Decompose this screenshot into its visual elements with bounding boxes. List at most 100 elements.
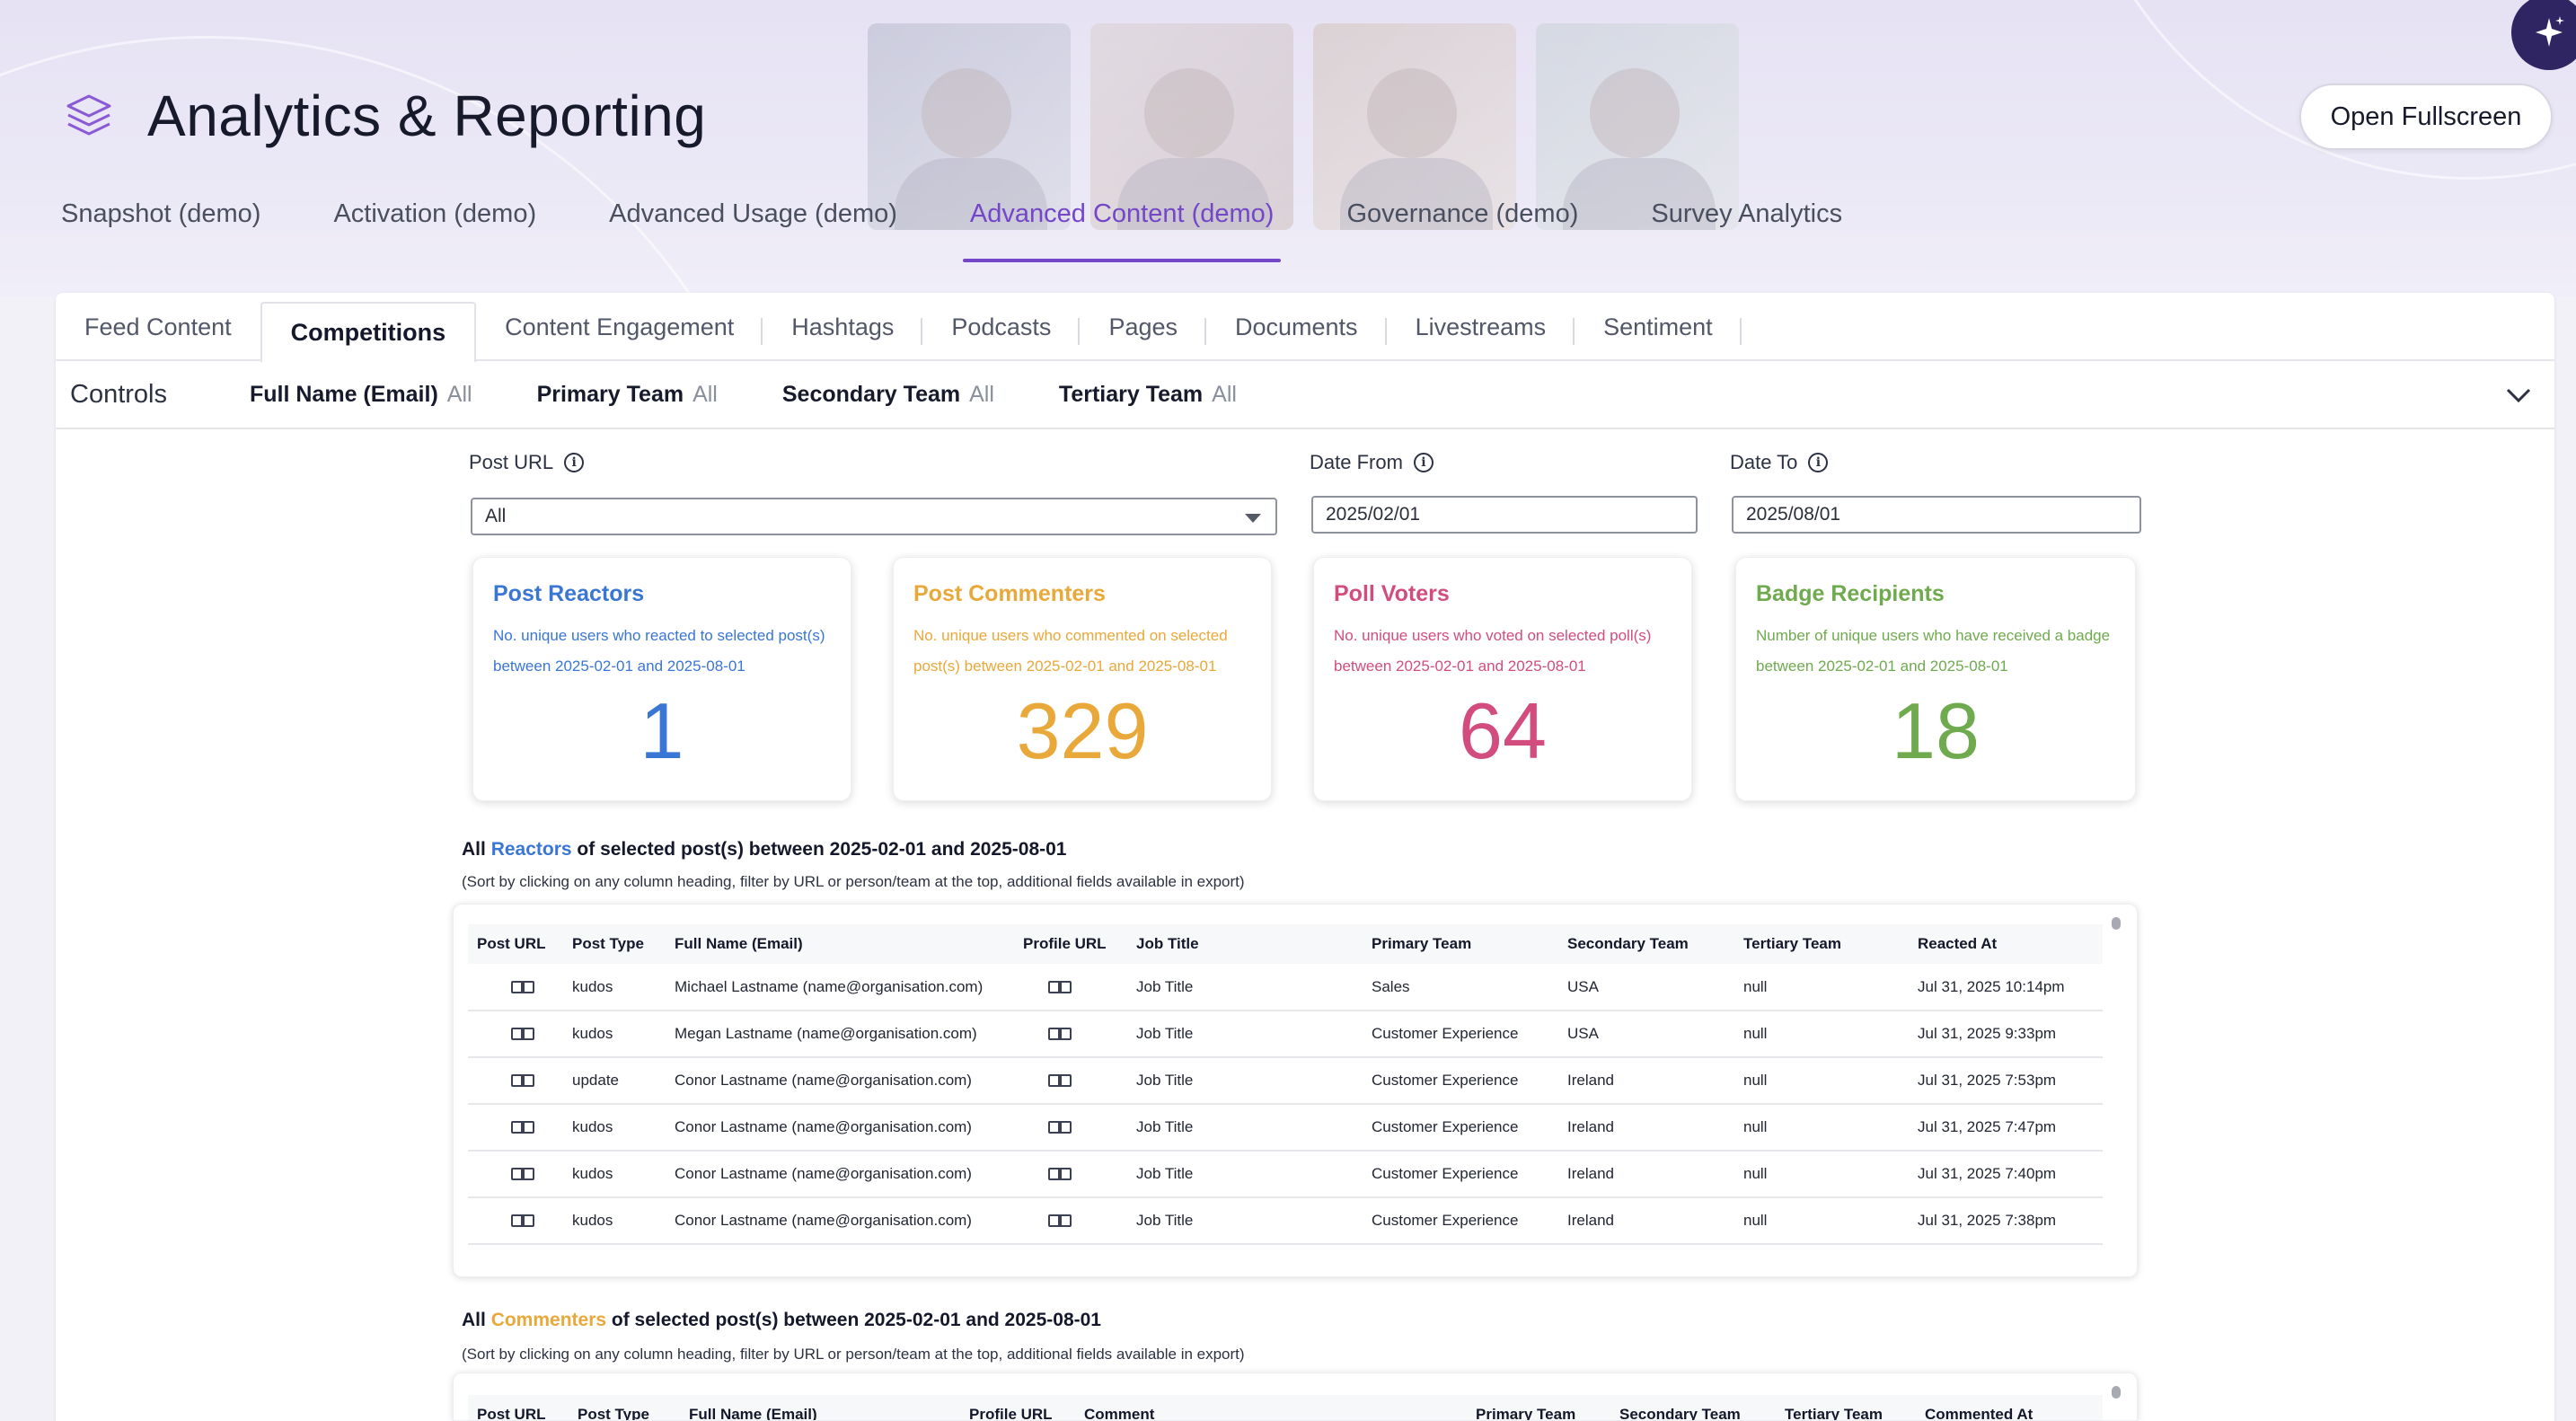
secondary-team-cell: USA (1558, 1011, 1734, 1058)
column-header[interactable]: Post Type (569, 1395, 680, 1420)
column-header[interactable]: Post URL (468, 1395, 569, 1420)
link-icon[interactable] (511, 1121, 534, 1134)
tab-survey-analytics[interactable]: Survey Analytics (1651, 196, 1842, 262)
post-url-label-text: Post URL (469, 451, 554, 473)
link-icon[interactable] (511, 1074, 534, 1087)
post-url-cell[interactable] (468, 964, 563, 1011)
tab-advanced-usage[interactable]: Advanced Usage (demo) (609, 196, 897, 262)
link-icon[interactable] (511, 1168, 534, 1180)
post-url-cell[interactable] (468, 1104, 563, 1152)
profile-url-cell[interactable] (1014, 964, 1127, 1011)
subtab-label: Competitions (290, 318, 446, 346)
profile-url-cell[interactable] (1014, 1104, 1127, 1152)
link-icon[interactable] (511, 980, 534, 993)
profile-url-cell[interactable] (1014, 1197, 1127, 1245)
column-header[interactable]: Commented At (1916, 1395, 2103, 1420)
primary-team-cell: Customer Experience (1363, 1011, 1558, 1058)
column-header[interactable]: Tertiary Team (1776, 1395, 1916, 1420)
info-icon[interactable]: i (564, 453, 585, 472)
column-header[interactable]: Comment (1075, 1395, 1467, 1420)
column-header[interactable]: Tertiary Team (1734, 924, 1909, 964)
subtab-competitions[interactable]: Competitions (260, 302, 477, 363)
date-from-value: 2025/02/01 (1326, 504, 1421, 525)
kpi-value: 329 (1016, 686, 1149, 775)
date-from-label: Date From i (1310, 451, 1434, 474)
tertiary-team-cell: null (1734, 1197, 1909, 1245)
sub-tabs: Feed Content Competitions Content Engage… (56, 293, 2554, 363)
column-header[interactable]: Reacted At (1909, 924, 2103, 964)
column-header[interactable]: Primary Team (1363, 924, 1558, 964)
date-to-input[interactable]: 2025/08/01 (1732, 496, 2141, 534)
column-header[interactable]: Profile URL (1014, 924, 1127, 964)
subtab-pages[interactable]: Pages (1080, 293, 1206, 361)
column-header[interactable]: Full Name (Email) (666, 924, 1014, 964)
profile-url-cell[interactable] (1014, 1011, 1127, 1058)
subtab-label: Pages (1108, 313, 1178, 340)
reacted-at-cell: Jul 31, 2025 10:14pm (1909, 964, 2103, 1011)
tab-advanced-content[interactable]: Advanced Content (demo) (962, 196, 1281, 262)
filter-primary-team[interactable]: Primary Team All (537, 382, 718, 408)
filter-value: All (969, 381, 994, 407)
post-url-cell[interactable] (468, 1011, 563, 1058)
kpi-value: 1 (640, 686, 684, 775)
subtab-content-engagement[interactable]: Content Engagement (476, 293, 763, 361)
column-header[interactable]: Job Title (1127, 924, 1363, 964)
post-url-cell[interactable] (468, 1151, 563, 1198)
link-icon[interactable] (1048, 1168, 1072, 1180)
tab-activation[interactable]: Activation (demo) (333, 196, 536, 262)
full-name-cell: Megan Lastname (name@organisation.com) (666, 1011, 1014, 1058)
filter-full-name[interactable]: Full Name (Email) All (250, 382, 472, 408)
date-from-input[interactable]: 2025/02/01 (1311, 496, 1698, 534)
reacted-at-cell: Jul 31, 2025 9:33pm (1909, 1011, 2103, 1058)
post-url-select[interactable]: All (471, 498, 1277, 535)
controls-bar[interactable]: Controls Full Name (Email) All Primary Te… (56, 361, 2554, 429)
kpi-card-post-commenters: Post Commenters No. unique users who com… (893, 557, 1272, 801)
open-fullscreen-button[interactable]: Open Fullscreen (2299, 84, 2553, 150)
post-type-cell: kudos (563, 964, 666, 1011)
column-header[interactable]: Post URL (468, 924, 563, 964)
subtab-sentiment[interactable]: Sentiment (1575, 293, 1742, 361)
primary-team-cell: Customer Experience (1363, 1104, 1558, 1152)
column-header[interactable]: Profile URL (960, 1395, 1075, 1420)
tab-governance[interactable]: Governance (demo) (1346, 196, 1578, 262)
kpi-title: Badge Recipients (1756, 581, 1945, 606)
post-url-cell[interactable] (468, 1057, 563, 1105)
link-icon[interactable] (511, 1214, 534, 1227)
subtab-hashtags[interactable]: Hashtags (763, 293, 923, 361)
link-icon[interactable] (1048, 1074, 1072, 1087)
column-header[interactable]: Secondary Team (1558, 924, 1734, 964)
subtab-podcasts[interactable]: Podcasts (922, 293, 1081, 361)
subtab-feed-content[interactable]: Feed Content (56, 293, 260, 361)
primary-team-cell: Customer Experience (1363, 1057, 1558, 1105)
link-icon[interactable] (1048, 980, 1072, 993)
info-icon[interactable]: i (1808, 453, 1829, 472)
subtab-label: Feed Content (84, 313, 232, 340)
link-icon[interactable] (1048, 1121, 1072, 1134)
table-scrollbar[interactable] (2112, 1386, 2121, 1399)
main-tabs: Snapshot (demo) Activation (demo) Advanc… (61, 196, 1915, 262)
subtab-documents[interactable]: Documents (1206, 293, 1387, 361)
title-prefix: All (462, 1310, 486, 1330)
column-header[interactable]: Full Name (Email) (680, 1395, 960, 1420)
column-header[interactable]: Primary Team (1467, 1395, 1610, 1420)
date-from-label-text: Date From (1310, 451, 1403, 473)
chevron-down-icon[interactable] (2504, 381, 2533, 410)
info-icon[interactable]: i (1413, 453, 1434, 472)
post-type-cell: kudos (563, 1197, 666, 1245)
tab-snapshot[interactable]: Snapshot (demo) (61, 196, 260, 262)
link-icon[interactable] (1048, 1028, 1072, 1040)
subtab-label: Hashtags (791, 313, 895, 340)
filter-tertiary-team[interactable]: Tertiary Team All (1059, 382, 1237, 408)
post-url-cell[interactable] (468, 1197, 563, 1245)
reactors-section-note: (Sort by clicking on any column heading,… (462, 873, 1245, 890)
link-icon[interactable] (511, 1028, 534, 1040)
column-header[interactable]: Post Type (563, 924, 666, 964)
link-icon[interactable] (1048, 1214, 1072, 1227)
profile-url-cell[interactable] (1014, 1057, 1127, 1105)
table-scrollbar[interactable] (2112, 917, 2121, 930)
filter-secondary-team[interactable]: Secondary Team All (782, 382, 994, 408)
filter-name: Primary Team (536, 381, 684, 407)
profile-url-cell[interactable] (1014, 1151, 1127, 1198)
subtab-livestreams[interactable]: Livestreams (1387, 293, 1575, 361)
column-header[interactable]: Secondary Team (1610, 1395, 1776, 1420)
